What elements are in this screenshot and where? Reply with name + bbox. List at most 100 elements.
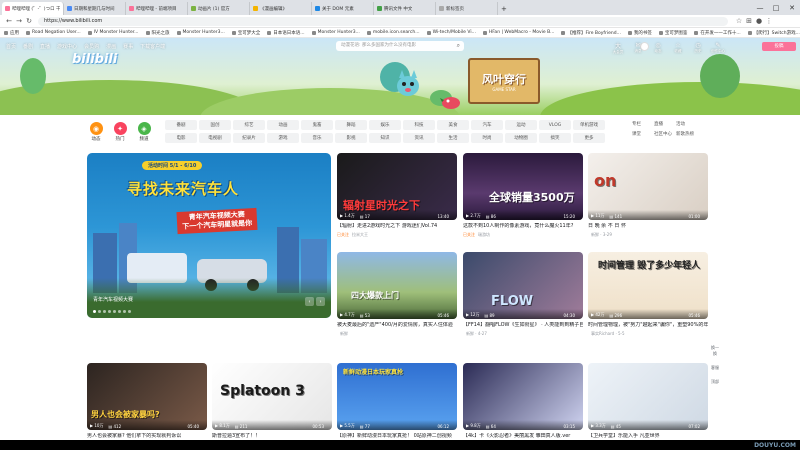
link-community[interactable]: 社区中心 xyxy=(654,131,676,137)
upload-button[interactable]: 投稿 xyxy=(762,42,796,51)
link-activity[interactable]: 活动 xyxy=(676,121,706,127)
nav-creator[interactable]: ✎ 创作中心 xyxy=(708,42,728,54)
new-tab-button[interactable]: + xyxy=(498,2,510,15)
video-title[interactable]: 【4k】卡《火影忍者》美丽黑发 雏田真人版.ver xyxy=(463,433,583,440)
video-card[interactable]: 男人也会被家暴吗? ▶ 10万 ▤ 412 05:40 男人也会被家暴? 他们拿下的实现… xyxy=(87,363,207,440)
browser-tab[interactable]: 日期和星期几与时间 xyxy=(64,2,126,15)
nav-history[interactable]: ◷ 历史 xyxy=(688,42,708,54)
bookmark-item[interactable]: HFan | WebMacro - Movie B... xyxy=(482,30,554,35)
video-thumbnail[interactable]: 男人也会被家暴吗? ▶ 10万 ▤ 412 05:40 xyxy=(87,363,207,430)
video-card[interactable]: on ▶ 11万 ▤ 141 01:00 日 晚 余 不 日 怀新鲜 · 3-29 xyxy=(588,153,708,238)
channel-hot[interactable]: ✦ 热门 xyxy=(110,122,130,142)
channel-chip[interactable]: 游戏 xyxy=(267,133,299,143)
channel-chip[interactable]: 运动 xyxy=(505,120,537,130)
nav-link-live[interactable]: 直播 xyxy=(40,43,50,50)
carousel-caption[interactable]: 青年汽车视频大赛 xyxy=(93,296,133,303)
star-icon[interactable]: ☆ xyxy=(734,17,744,25)
bookmark-item[interactable]: 宝可梦大全 xyxy=(231,30,260,36)
profile-icon[interactable]: ● xyxy=(754,17,764,25)
video-thumbnail[interactable]: on ▶ 11万 ▤ 141 01:00 xyxy=(588,153,708,220)
video-card[interactable]: 新鲜动漫日本玩家真抢 ▶ 5.5万 ▤ 77 06:12 【原神】新鲜动漫日本玩家真抢！… xyxy=(337,363,457,440)
video-thumbnail[interactable]: 新鲜动漫日本玩家真抢 ▶ 5.5万 ▤ 77 06:12 xyxy=(337,363,457,430)
back-arrow-icon[interactable]: ← xyxy=(4,17,14,25)
video-title[interactable]: 这款不到10人制作的像素游戏，竟什么魔火11年? xyxy=(463,223,583,230)
carousel-dot[interactable] xyxy=(118,310,121,313)
promo-carousel[interactable]: 活动时间 5/1 - 6/10 寻找未来汽车人 青年汽车视频大赛 下一个汽车明星… xyxy=(87,153,331,318)
channel-chip[interactable]: 电视剧 xyxy=(199,133,231,143)
back-to-top-button[interactable]: 顶部 xyxy=(710,379,720,385)
link-music-chart[interactable]: 新歌热榜 xyxy=(676,131,706,137)
browser-tab[interactable]: 新标签页 xyxy=(436,2,498,15)
link-column[interactable]: 专栏 xyxy=(632,121,654,127)
video-title[interactable]: 斯普拉遁3宣布了！！ xyxy=(212,433,332,440)
bookmark-item[interactable]: Road Negation User... xyxy=(26,30,81,35)
nav-link-shop[interactable]: 会员购 xyxy=(84,43,99,50)
nav-link-manga[interactable]: 漫画 xyxy=(106,43,116,50)
channel-chip[interactable]: 更多 xyxy=(573,133,605,143)
channel-chip[interactable]: 影视 xyxy=(335,133,367,143)
channel-chip[interactable]: 纪录片 xyxy=(233,133,265,143)
uploader-name[interactable]: 瑞游坊 xyxy=(478,232,490,237)
nav-dynamics[interactable]: ◎ 动态 xyxy=(648,42,668,54)
video-title[interactable]: 被大麦最后的"遗产"400/月的爱情房，真实人住体验 xyxy=(337,322,457,329)
carousel-dot[interactable] xyxy=(108,310,111,313)
uploader-name[interactable]: 事实Richard · 5-5 xyxy=(591,331,625,336)
channel-chip[interactable]: 知识 xyxy=(369,133,401,143)
video-card[interactable]: 全球销量3500万 ▶ 2.7万 ▤ 86 15:20 这款不到10人制作的像素游戏，竟… xyxy=(463,153,583,238)
video-title[interactable]: 【辐射】走进2游戏时光之下 游戏迷们Vol.74 xyxy=(337,223,457,230)
maximize-button[interactable]: □ xyxy=(768,0,784,15)
carousel-dot[interactable] xyxy=(123,310,126,313)
bookmark-item[interactable]: 应用 xyxy=(4,30,19,36)
carousel-dot[interactable] xyxy=(93,310,96,313)
bookmark-item[interactable]: Monster Hunter3... xyxy=(311,30,360,35)
video-thumbnail[interactable]: Splatoon 3 ▶ 8.1万 ▤ 211 00:53 xyxy=(212,363,332,430)
channel-chip[interactable]: 音乐 xyxy=(301,133,333,143)
nav-link-esports[interactable]: 赛事 xyxy=(123,43,133,50)
uploader-name[interactable]: 拉米大王 xyxy=(352,232,368,237)
video-card[interactable]: 时间管理 毁了多少年轻人 ▶ 42万 ▤ 296 05:46 时间管理物理，被"努力"越… xyxy=(588,252,708,337)
video-title[interactable]: 时间管理物理，被"努力"越起来"骗你"，重塑90%的年轻人? 1组讲给解释 · … xyxy=(588,322,708,329)
bookmark-item[interactable]: mobile.icon.search... xyxy=(366,30,420,35)
refresh-button[interactable]: 换一换 xyxy=(710,345,720,357)
bilibili-logo[interactable]: bilibili xyxy=(72,52,117,67)
channel-chip[interactable]: 单机游戏 xyxy=(573,120,605,130)
bookmark-item[interactable]: IV Monster Hunter... xyxy=(87,30,139,35)
browser-tab[interactable]: 《漫画编辑》 xyxy=(250,2,312,15)
uploader-name[interactable]: 新鲜 xyxy=(340,331,348,336)
video-card[interactable]: FLOW ▶ 12万 ▤ 89 04:30 【FF14】翻唱FLOW《生如衔星》 · 人… xyxy=(463,252,583,337)
channel-chip[interactable]: 鬼畜 xyxy=(301,120,333,130)
channel-channels[interactable]: ◈ 频道 xyxy=(134,122,154,142)
video-thumbnail[interactable]: 全球销量3500万 ▶ 2.7万 ▤ 86 15:20 xyxy=(463,153,583,220)
reload-icon[interactable]: ↻ xyxy=(24,17,34,25)
channel-chip[interactable]: 综艺 xyxy=(233,120,265,130)
video-title[interactable]: 日 晚 余 不 日 怀 xyxy=(588,223,708,230)
uploader-name[interactable]: 新鲜 · 3-29 xyxy=(591,232,612,237)
nav-link-download[interactable]: 下载客户端 xyxy=(140,43,165,50)
channel-chip[interactable]: 资讯 xyxy=(403,133,435,143)
close-window-button[interactable]: ✕ xyxy=(784,0,800,15)
video-card[interactable]: ▶ 9.8万 ▤ 64 03:15 【4k】卡《火影忍者》美丽黑发 雏田真人版.ver… xyxy=(463,363,583,440)
channel-chip[interactable]: 时尚 xyxy=(471,133,503,143)
nav-link-games[interactable]: 游戏中心 xyxy=(57,43,77,50)
bookmark-item[interactable]: 我的书签 xyxy=(627,30,652,36)
channel-chip[interactable]: 动物圈 xyxy=(505,133,537,143)
link-course[interactable]: 课堂 xyxy=(632,131,654,137)
carousel-prev-button[interactable]: ‹ xyxy=(305,297,314,306)
bookmark-item[interactable]: 在开发一一工作十... xyxy=(694,30,741,36)
video-thumbnail[interactable]: ▶ 3.3万 ▤ 45 07:02 xyxy=(588,363,708,430)
menu-dots-icon[interactable]: ⋮ xyxy=(764,17,774,25)
browser-tab[interactable]: 动画片 (1) 官方 xyxy=(188,2,250,15)
channel-chip[interactable]: 动画 xyxy=(267,120,299,130)
carousel-dot[interactable] xyxy=(113,310,116,313)
channel-chip[interactable]: VLOG xyxy=(539,120,571,130)
video-card[interactable]: Splatoon 3▶ 8.1万▤ 21100:53斯普拉遁3宣布了！！新鲜 xyxy=(212,363,332,440)
video-title[interactable]: 【卫兵学堂】乐能入手 凡亚世界 xyxy=(588,433,708,440)
channel-chip[interactable]: 娱乐 xyxy=(369,120,401,130)
video-title[interactable]: 男人也会被家暴? 他们拿下的实现就判诉讼 xyxy=(87,433,207,440)
browser-tab[interactable]: 哔哩哔哩 (゜-゜)つロ 干杯~-bilibili xyxy=(2,2,64,15)
video-card[interactable]: ▶ 3.3万▤ 4507:02【卫兵学堂】乐能入手 凡亚世界新鲜 xyxy=(588,363,708,440)
video-title[interactable]: 【FF14】翻唱FLOW《生如衔星》 · 人类能到到精子自己的吗! xyxy=(463,322,583,329)
channel-chip[interactable]: 科技 xyxy=(403,120,435,130)
video-card[interactable]: 辐射星时光之下 ▶ 1.4万 ▤ 17 13:40 【辐射】走进2游戏时光之下 游戏迷们… xyxy=(337,153,457,238)
extensions-icon[interactable]: ⊞ xyxy=(744,17,754,25)
